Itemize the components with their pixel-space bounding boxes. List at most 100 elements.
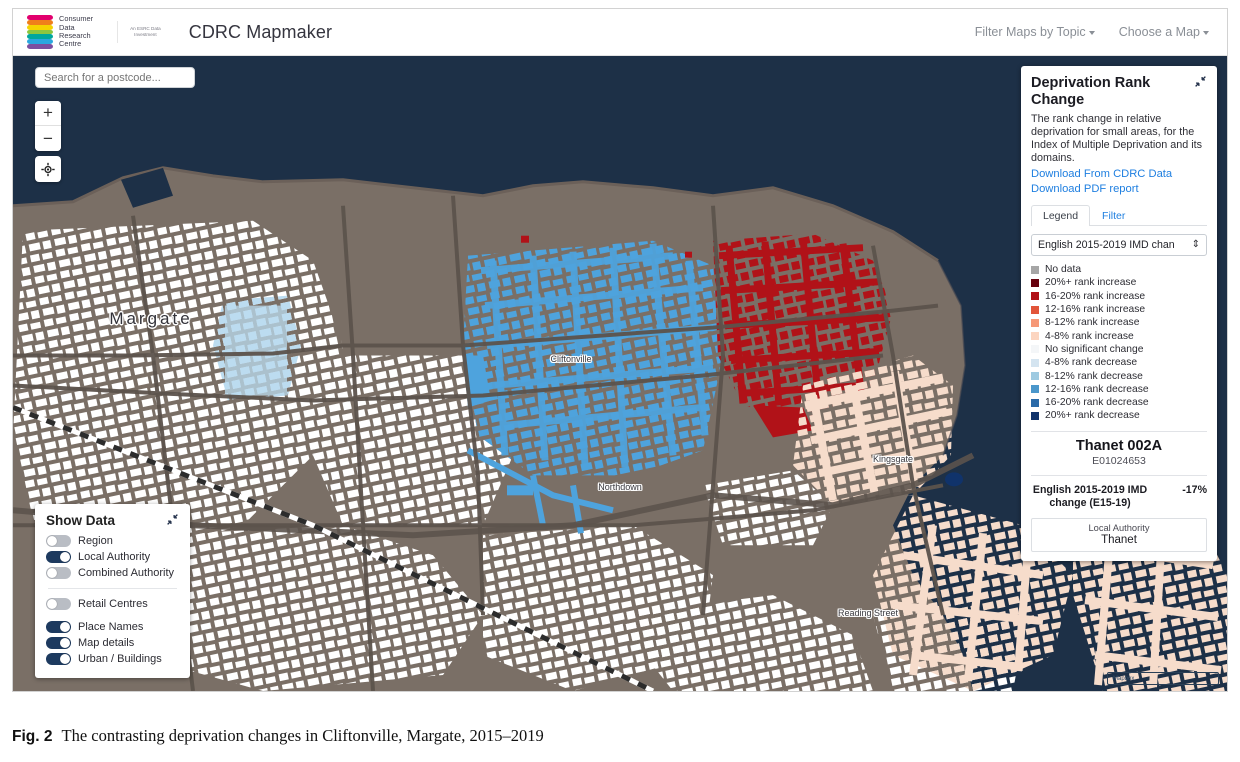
legend-label: 8-12% rank increase: [1045, 317, 1140, 329]
resize-collapse-icon[interactable]: [166, 513, 179, 526]
tab-legend[interactable]: Legend: [1031, 205, 1091, 226]
toggle-row-urban-buildings[interactable]: Urban / Buildings: [46, 651, 179, 667]
legend-label: 4-8% rank increase: [1045, 330, 1134, 342]
toggle-label-urban-buildings: Urban / Buildings: [78, 653, 162, 665]
logo-line-4: Centre: [59, 39, 82, 49]
legend-swatch: [1031, 292, 1039, 301]
nav-choose-label: Choose a Map: [1118, 25, 1200, 39]
top-navigation: Filter Maps by Topic Choose a Map: [975, 25, 1209, 39]
pond: [945, 472, 963, 487]
tab-filter[interactable]: Filter: [1090, 205, 1137, 226]
toggle-retail-centres[interactable]: [46, 598, 71, 610]
legend-item: 20%+ rank decrease: [1031, 409, 1207, 422]
stat-label: English 2015-2019 IMD change (E15-19): [1032, 483, 1148, 509]
toggle-combined-authority[interactable]: [46, 567, 71, 579]
zoom-controls[interactable]: + −: [35, 101, 61, 151]
toggle-row-local-authority[interactable]: Local Authority: [46, 549, 179, 565]
nav-filter-label: Filter Maps by Topic: [974, 25, 1086, 39]
toggle-map-details[interactable]: [46, 637, 71, 649]
logo-wordmark: Consumer Data Research Centre: [59, 14, 93, 49]
legend-item: 4-8% rank increase: [1031, 329, 1207, 342]
toggle-label-combined-authority: Combined Authority: [78, 567, 174, 579]
selected-area-stat: English 2015-2019 IMD change (E15-19) -1…: [1031, 474, 1207, 510]
toggle-place-names[interactable]: [46, 621, 71, 633]
crosshair-icon: [41, 162, 55, 176]
legend-swatch: [1031, 318, 1039, 327]
info-panel-description: The rank change in relative deprivation …: [1031, 113, 1203, 164]
legend-swatch: [1031, 385, 1039, 394]
chevron-down-icon: [1203, 30, 1209, 35]
toggle-local-authority[interactable]: [46, 551, 71, 563]
legend-swatch: [1031, 358, 1039, 367]
toggle-urban-buildings[interactable]: [46, 653, 71, 665]
variable-select-wrapper: English 2015-2019 IMD chan ⇕: [1031, 234, 1207, 256]
show-data-divider-2: [46, 612, 179, 619]
brand-logo[interactable]: Consumer Data Research Centre An ESRC Da…: [27, 14, 161, 50]
local-authority-value: Thanet: [1101, 533, 1137, 546]
local-authority-label: Local Authority: [1088, 522, 1150, 533]
legend-swatch: [1031, 265, 1039, 274]
legend-item: 8-12% rank increase: [1031, 316, 1207, 329]
legend-item: 12-16% rank decrease: [1031, 383, 1207, 396]
legend-swatch: [1031, 332, 1039, 341]
legend-swatch: [1031, 305, 1039, 314]
legend-label: 16-20% rank increase: [1045, 290, 1146, 302]
download-cdrc-data-link[interactable]: Download From CDRC Data: [1031, 168, 1207, 180]
legend-label: 20%+ rank decrease: [1045, 410, 1140, 422]
local-authority-box: Local Authority Thanet: [1031, 517, 1207, 552]
legend-item: 16-20% rank increase: [1031, 290, 1207, 303]
toggle-row-map-details[interactable]: Map details: [46, 635, 179, 651]
legend-item: 12-16% rank increase: [1031, 303, 1207, 316]
legend-swatch: [1031, 345, 1039, 354]
map-canvas[interactable]: Margate Cliftonville Northdown Kingsgate…: [13, 56, 1227, 691]
toggle-row-place-names[interactable]: Place Names: [46, 619, 179, 635]
legend-swatch: [1031, 411, 1039, 420]
show-data-header: Show Data: [46, 513, 179, 528]
legend-item: 8-12% rank decrease: [1031, 369, 1207, 382]
caption-figure-number: Fig. 2: [12, 728, 53, 745]
legend-swatch: [1031, 372, 1039, 381]
figure-caption: Fig. 2 The contrasting deprivation change…: [12, 726, 1212, 746]
legend-label: 16-20% rank decrease: [1045, 397, 1149, 409]
zoom-in-button[interactable]: +: [35, 101, 61, 126]
toggle-label-region: Region: [78, 535, 113, 547]
resize-collapse-icon[interactable]: [1194, 75, 1207, 88]
esrc-investment-mark: An ESRC Data Investment: [117, 21, 161, 43]
toggle-label-retail-centres: Retail Centres: [78, 598, 148, 610]
legend-item: No significant change: [1031, 343, 1207, 356]
legend-item: No data: [1031, 263, 1207, 276]
toggle-region[interactable]: [46, 535, 71, 547]
cdrc-logo-icon: [27, 15, 53, 50]
variable-select[interactable]: English 2015-2019 IMD chan: [1031, 234, 1207, 256]
legend-label: No data: [1045, 264, 1082, 276]
toggle-row-retail-centres[interactable]: Retail Centres: [46, 596, 179, 612]
zoom-out-button[interactable]: −: [35, 126, 61, 151]
toggle-row-combined-authority[interactable]: Combined Authority: [46, 565, 179, 581]
page-title: CDRC Mapmaker: [188, 21, 333, 42]
toggle-label-map-details: Map details: [78, 637, 135, 649]
locate-me-button[interactable]: [35, 156, 61, 182]
screenshot-frame: Consumer Data Research Centre An ESRC Da…: [12, 8, 1228, 692]
toggle-label-place-names: Place Names: [78, 621, 144, 633]
figure-container: Consumer Data Research Centre An ESRC Da…: [0, 0, 1240, 762]
search-input[interactable]: [35, 67, 195, 88]
overlay-pale-blue-west: [213, 295, 301, 401]
panel-divider: [1031, 430, 1207, 432]
deprivation-info-panel: Deprivation Rank Change The rank change …: [1021, 66, 1217, 561]
toggle-row-region[interactable]: Region: [46, 533, 179, 549]
info-panel-title: Deprivation Rank Change: [1031, 75, 1151, 108]
nav-choose-a-map[interactable]: Choose a Map: [1119, 25, 1209, 39]
chevron-down-icon: [1088, 30, 1095, 35]
selected-area-code: E01024653: [1092, 454, 1146, 467]
legend-label: 12-16% rank increase: [1045, 304, 1146, 316]
map-attribution[interactable]: Mapbox: [1107, 672, 1219, 685]
legend-label: 12-16% rank decrease: [1045, 383, 1149, 395]
legend-swatch: [1031, 278, 1039, 287]
show-data-panel: Show Data Region Local Authority Combine…: [35, 504, 190, 678]
nav-filter-maps-by-topic[interactable]: Filter Maps by Topic: [975, 25, 1095, 39]
info-panel-header: Deprivation Rank Change: [1031, 75, 1207, 108]
legend-swatch: [1031, 398, 1039, 407]
legend-label: 4-8% rank decrease: [1045, 357, 1138, 369]
show-data-title: Show Data: [46, 513, 116, 528]
download-pdf-report-link[interactable]: Download PDF report: [1031, 183, 1207, 195]
